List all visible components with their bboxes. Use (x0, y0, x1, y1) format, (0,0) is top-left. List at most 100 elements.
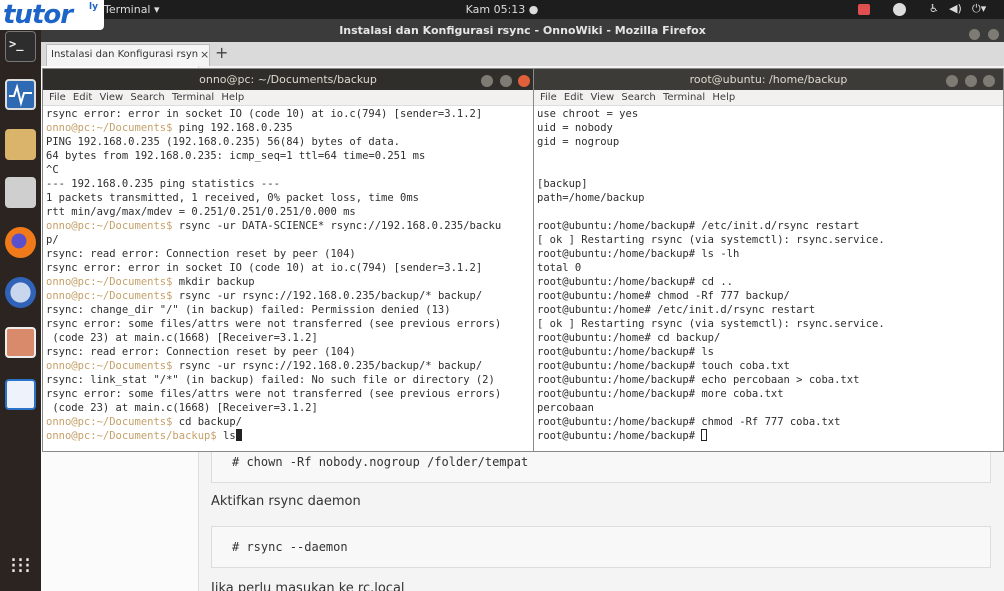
terminal-line: onno@pc:~/Documents$ rsync -ur rsync://1… (46, 289, 530, 303)
terminal-left-output[interactable]: rsync error: error in socket IO (code 10… (43, 106, 533, 444)
terminal-line: rsync: change_dir "/" (in backup) failed… (46, 303, 530, 317)
line-text: root@ubuntu:/home/backup# ls -lh (537, 248, 740, 260)
line-text: rsync -ur rsync://192.168.0.235/backup/*… (172, 290, 483, 302)
terminal-right-title: root@ubuntu: /home/backup (689, 73, 848, 86)
line-text: rsync error: some files/attrs were not t… (46, 388, 502, 400)
menu-file[interactable]: File (540, 92, 557, 103)
volume-icon[interactable]: ◀) (949, 2, 962, 15)
line-text: rsync: read error: Connection reset by p… (46, 346, 356, 358)
close-button[interactable] (518, 75, 530, 87)
menu-help[interactable]: Help (712, 92, 735, 103)
terminal-line: rsync error: some files/attrs were not t… (46, 387, 530, 401)
line-text: rsync -ur rsync://192.168.0.235/backup/*… (172, 360, 483, 372)
tab-rsync[interactable]: Instalasi dan Konfigurasi rsync × (46, 44, 210, 66)
prompt: onno@pc:~/Documents/backup$ (46, 430, 217, 442)
firefox-icon[interactable] (5, 227, 36, 258)
clock[interactable]: Kam 05:13 ● (0, 3, 1004, 16)
line-text: ls (216, 430, 236, 442)
line-text: [ ok ] Restarting rsync (via systemctl):… (537, 318, 885, 330)
logo: tutor ly (0, 0, 104, 30)
maximize-button[interactable] (964, 75, 977, 87)
line-text: use chroot = yes (537, 108, 639, 120)
terminal-line: root@ubuntu:/home/backup# touch coba.txt (537, 359, 1000, 373)
line-text: PING 192.168.0.235 (192.168.0.235) 56(84… (46, 136, 401, 148)
menu-view[interactable]: View (590, 92, 614, 103)
line-text: [ ok ] Restarting rsync (via systemctl):… (537, 234, 885, 246)
maximize-button[interactable] (499, 75, 512, 87)
ff-minimize-button[interactable] (969, 29, 980, 40)
line-text: (code 23) at main.c(1668) [Receiver=3.1.… (46, 402, 318, 414)
accessibility-icon[interactable]: ♿ (929, 2, 939, 15)
minimize-button[interactable] (481, 75, 493, 87)
menu-help[interactable]: Help (221, 92, 244, 103)
menu-edit[interactable]: Edit (564, 92, 583, 103)
firefox-title: Instalasi dan Konfigurasi rsync - OnnoWi… (41, 19, 1004, 42)
menu-file[interactable]: File (49, 92, 66, 103)
dock: >_ ⁝⁝⁝ (0, 19, 41, 591)
terminal-line: onno@pc:~/Documents$ rsync -ur rsync://1… (46, 359, 530, 373)
line-text: 64 bytes from 192.168.0.235: icmp_seq=1 … (46, 150, 426, 162)
line-text: rsync: link_stat "/*" (in backup) failed… (46, 374, 495, 386)
prompt: onno@pc:~/Documents$ (46, 276, 173, 288)
terminal-line: root@ubuntu:/home# /etc/init.d/rsync res… (537, 303, 1000, 317)
tab-label: Instalasi dan Konfigurasi rsync (51, 49, 204, 60)
terminal-line: 1 packets transmitted, 1 received, 0% pa… (46, 191, 530, 205)
terminal-left-title: onno@pc: ~/Documents/backup (199, 73, 377, 86)
new-tab-button[interactable]: + (215, 43, 228, 62)
line-text: rsync error: error in socket IO (code 10… (46, 262, 483, 274)
prompt: onno@pc:~/Documents$ (46, 416, 173, 428)
line-text: --- 192.168.0.235 ping statistics --- (46, 178, 280, 190)
menu-edit[interactable]: Edit (73, 92, 92, 103)
terminal-left-menubar: File Edit View Search Terminal Help (43, 90, 533, 106)
menu-view[interactable]: View (99, 92, 123, 103)
minimize-button[interactable] (946, 75, 958, 87)
terminal-line: gid = nogroup (537, 135, 1000, 149)
thunderbird-icon[interactable] (5, 277, 36, 308)
menu-search[interactable]: Search (130, 92, 164, 103)
scanner-icon[interactable] (5, 177, 36, 208)
user-icon[interactable] (893, 3, 906, 16)
terminal-line: onno@pc:~/Documents$ ping 192.168.0.235 (46, 121, 530, 135)
menu-terminal[interactable]: Terminal (172, 92, 214, 103)
line-text: (code 23) at main.c(1668) [Receiver=3.1.… (46, 332, 318, 344)
files-icon[interactable] (5, 327, 36, 358)
terminal-line: rsync error: error in socket IO (code 10… (46, 261, 530, 275)
terminal-line: root@ubuntu:/home/backup# /etc/init.d/rs… (537, 219, 1000, 233)
line-text: mkdir backup (172, 276, 255, 288)
power-icon[interactable]: ⏻▾ (972, 2, 986, 16)
line-text: root@ubuntu:/home# cd backup/ (537, 332, 721, 344)
line-text: rsync error: some files/attrs were not t… (46, 318, 502, 330)
terminal-line: rtt min/avg/max/mdev = 0.251/0.251/0.251… (46, 205, 530, 219)
line-text: root@ubuntu:/home/backup# chmod -Rf 777 … (537, 416, 841, 428)
terminal-right-output[interactable]: use chroot = yes uid = nobody gid = nogrou… (534, 106, 1003, 444)
line-text: ping 192.168.0.235 (172, 122, 293, 134)
show-apps-icon[interactable]: ⁝⁝⁝ (5, 553, 36, 584)
terminal-line: root@ubuntu:/home# chmod -Rf 777 backup/ (537, 289, 1000, 303)
terminal-line: onno@pc:~/Documents$ rsync -ur DATA-SCIE… (46, 219, 530, 233)
close-button[interactable] (983, 75, 995, 87)
prompt: onno@pc:~/Documents$ (46, 360, 173, 372)
terminal-left-titlebar[interactable]: onno@pc: ~/Documents/backup (43, 69, 533, 90)
terminal-icon[interactable]: >_ (5, 31, 36, 62)
terminal-line: rsync: link_stat "/*" (in backup) failed… (46, 373, 530, 387)
line-text: cd backup/ (172, 416, 242, 428)
ff-maximize-button[interactable] (988, 29, 1000, 40)
text-editor-icon[interactable] (5, 129, 36, 160)
terminal-line: percobaan (537, 401, 1000, 415)
writer-icon[interactable] (5, 379, 36, 410)
line-text: root@ubuntu:/home/backup# more coba.txt (537, 388, 784, 400)
terminal-line: root@ubuntu:/home/backup# more coba.txt (537, 387, 1000, 401)
terminal-right-titlebar[interactable]: root@ubuntu: /home/backup (534, 69, 1003, 90)
line-text: rsync error: error in socket IO (code 10… (46, 108, 483, 120)
logo-text: tutor (3, 0, 73, 30)
terminal-left[interactable]: onno@pc: ~/Documents/backup File Edit Vi… (42, 68, 534, 452)
terminal-line: rsync error: some files/attrs were not t… (46, 317, 530, 331)
tab-close-icon[interactable]: × (198, 45, 209, 65)
terminal-line: PING 192.168.0.235 (192.168.0.235) 56(84… (46, 135, 530, 149)
system-monitor-icon[interactable] (5, 79, 36, 110)
menu-search[interactable]: Search (621, 92, 655, 103)
camera-icon[interactable] (858, 4, 870, 15)
menu-terminal[interactable]: Terminal (663, 92, 705, 103)
terminal-right[interactable]: root@ubuntu: /home/backup File Edit View… (533, 68, 1004, 452)
